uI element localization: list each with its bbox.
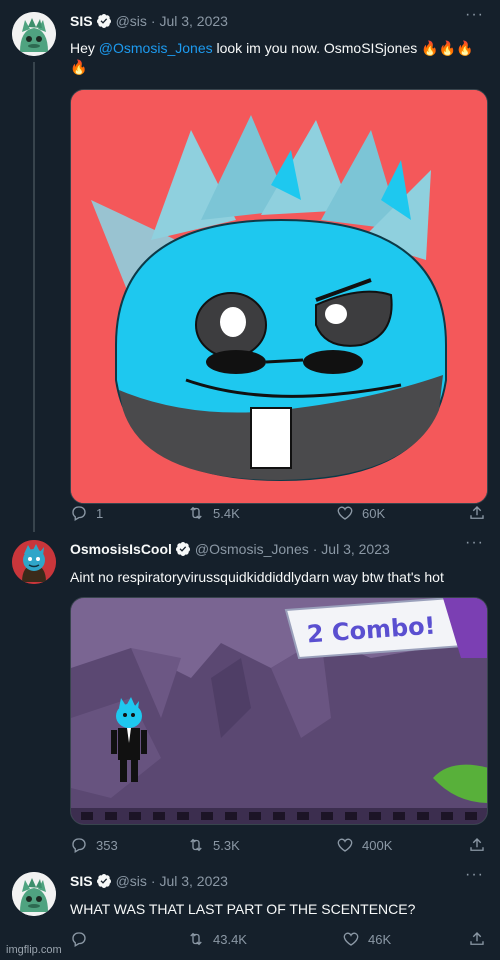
retweet-icon: [190, 932, 202, 946]
retweet-count: 5.4K: [213, 505, 240, 521]
more-options-icon[interactable]: ···: [465, 6, 484, 24]
retweet-button[interactable]: 43.4K: [187, 930, 247, 948]
heart-icon: [343, 932, 359, 946]
heart-icon: [337, 838, 353, 852]
retweet-icon: [190, 506, 202, 520]
handle[interactable]: @sis: [116, 13, 147, 29]
reply-button[interactable]: 353: [70, 836, 118, 854]
tweet-sis-2[interactable]: SIS @sis · Jul 3, 2023 ··· WHAT WAS THAT…: [0, 866, 500, 952]
timestamp[interactable]: · Jul 3, 2023: [313, 541, 390, 557]
display-name[interactable]: OsmosisIsCool: [70, 541, 172, 557]
tweet-text-part: Hey: [70, 40, 99, 56]
reply-count: 353: [96, 837, 118, 853]
handle[interactable]: @sis: [116, 873, 147, 889]
tweet-header: OsmosisIsCool @Osmosis_Jones · Jul 3, 20…: [70, 540, 390, 558]
timestamp[interactable]: · Jul 3, 2023: [151, 13, 228, 29]
avatar[interactable]: [12, 12, 56, 56]
display-name[interactable]: SIS: [70, 873, 93, 889]
mention-link[interactable]: @Osmosis_Jones: [99, 40, 213, 56]
verified-badge-icon: [96, 14, 111, 28]
reply-icon: [72, 838, 86, 853]
like-count: 46K: [368, 931, 392, 947]
share-button[interactable]: [468, 836, 486, 854]
verified-badge-icon: [175, 542, 190, 556]
retweet-count: 5.3K: [213, 837, 240, 853]
share-icon: [470, 506, 484, 519]
more-options-icon[interactable]: ···: [465, 866, 484, 884]
like-count: 60K: [362, 505, 386, 521]
like-button[interactable]: 46K: [342, 930, 391, 948]
tweet-text: Hey @Osmosis_Jones look im you now. Osmo…: [70, 39, 490, 77]
imgflip-watermark: imgflip.com: [6, 944, 62, 956]
avatar[interactable]: [12, 540, 56, 584]
retweet-button[interactable]: 5.4K: [187, 504, 240, 522]
tweet-text: WHAT WAS THAT LAST PART OF THE SCENTENCE…: [70, 901, 416, 917]
reply-icon: [72, 932, 86, 947]
tweet-header: SIS @sis · Jul 3, 2023: [70, 872, 228, 890]
tweet-header: SIS @sis · Jul 3, 2023: [70, 12, 228, 30]
display-name[interactable]: SIS: [70, 13, 93, 29]
game-screenshot: 2 Combo!: [71, 598, 487, 824]
tweet-text-part: look im you now. OsmoSISjones 🔥🔥🔥: [212, 40, 474, 56]
tweet-actions: 353 5.3K 400K: [70, 836, 486, 856]
timestamp[interactable]: · Jul 3, 2023: [151, 873, 228, 889]
like-button[interactable]: 60K: [336, 504, 385, 522]
avatar[interactable]: [12, 872, 56, 916]
tweet-osmosisiscool[interactable]: OsmosisIsCool @Osmosis_Jones · Jul 3, 20…: [0, 534, 500, 860]
tweet-image[interactable]: [70, 89, 488, 504]
reply-button[interactable]: [70, 930, 96, 948]
share-button[interactable]: [468, 930, 486, 948]
tweet-actions: 1 5.4K 60K: [70, 504, 486, 524]
more-options-icon[interactable]: ···: [465, 534, 484, 552]
verified-badge-icon: [96, 874, 111, 888]
osmosis-avatar-icon: [12, 540, 56, 584]
like-button[interactable]: 400K: [336, 836, 392, 854]
reply-count: 1: [96, 505, 104, 521]
share-button[interactable]: [468, 504, 486, 522]
sis-avatar-icon: [12, 12, 56, 56]
floor-tiles: [81, 812, 477, 820]
retweet-icon: [190, 838, 202, 852]
tweet-image[interactable]: 2 Combo!: [70, 597, 488, 825]
tweet-actions: 43.4K 46K: [70, 930, 486, 950]
retweet-count: 43.4K: [213, 931, 247, 947]
sis-avatar-icon: [12, 872, 56, 916]
retweet-button[interactable]: 5.3K: [187, 836, 240, 854]
osmosis-sis-drawing: [71, 90, 487, 503]
handle[interactable]: @Osmosis_Jones: [195, 541, 309, 557]
tweet-text: Aint no respiratoryvirussquidkiddiddlyda…: [70, 569, 444, 585]
tweet-text-line2: 🔥: [70, 59, 88, 75]
heart-icon: [337, 506, 353, 520]
tweet-sis-1[interactable]: SIS @sis · Jul 3, 2023 ··· Hey @Osmosis_…: [0, 6, 500, 532]
reply-button[interactable]: 1: [70, 504, 103, 522]
share-icon: [470, 932, 484, 945]
share-icon: [470, 838, 484, 851]
reply-icon: [72, 506, 86, 521]
like-count: 400K: [362, 837, 393, 853]
